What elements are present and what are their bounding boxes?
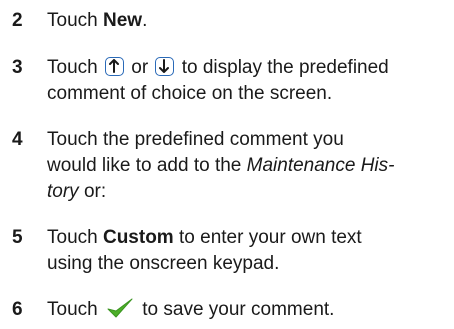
- checkmark-icon: [107, 298, 133, 318]
- step-text: Touch to save your comment.: [47, 297, 447, 323]
- step-text-part: to enter your own text: [173, 227, 362, 248]
- new-label: New: [102, 10, 143, 31]
- step-number: 2: [12, 10, 23, 31]
- step-text-part: to display the predefined: [176, 57, 389, 78]
- step-number: 6: [12, 299, 23, 320]
- custom-label: Custom: [102, 227, 174, 248]
- step-number: 4: [12, 129, 23, 150]
- step-text-part: using the onscreen keypad.: [47, 253, 280, 274]
- step-text-part: comment of choice on the screen.: [47, 83, 333, 104]
- maintenance-history-label: tory: [47, 181, 79, 202]
- step-text-part: would like to add to the: [47, 155, 247, 176]
- step-text-part: to save your comment.: [136, 299, 335, 320]
- step-text-part: Touch: [47, 227, 103, 248]
- step-number: 5: [12, 227, 23, 248]
- step-text: Touch New.: [47, 8, 447, 34]
- step-text-part: Touch: [47, 57, 103, 78]
- arrow-down-icon: [155, 57, 175, 76]
- step-text-part: .: [142, 10, 148, 31]
- step-text-part: or:: [78, 181, 107, 202]
- step-text-part: Touch: [47, 10, 103, 31]
- step-number: 3: [12, 57, 23, 78]
- step-text-part: or: [125, 57, 154, 78]
- step-text: Touch Custom to enter your own text usin…: [47, 225, 447, 277]
- step-text: Touch or to display the predefined comme…: [47, 55, 447, 107]
- step-text-part: Touch the predefined comment you: [47, 129, 344, 150]
- maintenance-history-label: Maintenance His-: [246, 155, 395, 176]
- step-text: Touch the predefined comment you would l…: [47, 127, 447, 205]
- arrow-up-icon: [104, 57, 124, 76]
- step-text-part: Touch: [47, 299, 103, 320]
